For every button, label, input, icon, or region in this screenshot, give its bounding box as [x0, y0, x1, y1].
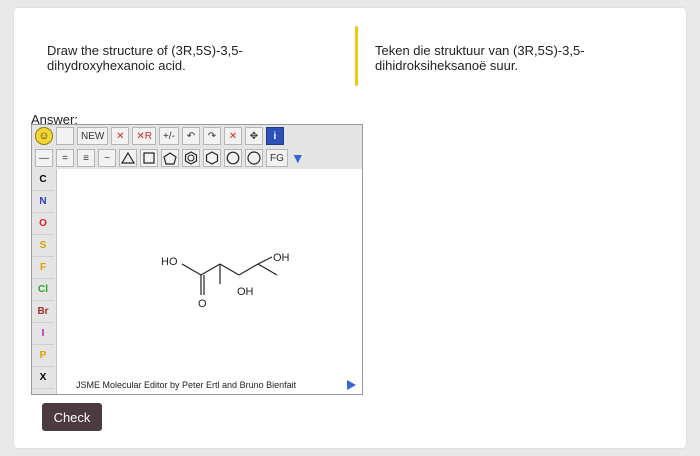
bond: [200, 263, 221, 276]
info-button[interactable]: i: [265, 127, 284, 145]
question-text-afrikaans: Teken die struktuur van (3R,5S)-3,5-dihi…: [375, 43, 585, 73]
play-triangle-icon[interactable]: [347, 380, 356, 390]
atom-button[interactable]: Br: [32, 301, 54, 323]
hexagon-ring-icon[interactable]: [203, 149, 221, 167]
bond: [257, 263, 278, 276]
blank-square-icon[interactable]: [56, 127, 74, 145]
molecule-drawing: HO O OH OH: [161, 252, 290, 310]
atom-label-o: O: [198, 298, 207, 310]
atom-button[interactable]: F: [32, 257, 54, 279]
atom-label-oh-bottom: OH: [237, 286, 254, 298]
bond: [181, 263, 202, 276]
atom-button[interactable]: Cl: [32, 279, 54, 301]
triangle-ring-icon[interactable]: [119, 149, 137, 167]
atom-button[interactable]: X: [32, 367, 54, 389]
single-bond-button[interactable]: —: [35, 149, 53, 167]
heptagon-ring-icon[interactable]: [224, 149, 242, 167]
jsme-toolbar-top: ☺ NEW ✕ ✕R +/- ↶ ↷ ✕ ✥ i: [32, 125, 362, 147]
redo-button[interactable]: ↷: [202, 127, 221, 145]
bond: [238, 263, 259, 276]
check-button[interactable]: Check: [42, 403, 102, 431]
octagon-ring-icon[interactable]: [245, 149, 263, 167]
atom-button[interactable]: S: [32, 235, 54, 257]
atom-button[interactable]: I: [32, 323, 54, 345]
pentagon-ring-icon[interactable]: [161, 149, 179, 167]
bond: [257, 256, 273, 265]
new-button[interactable]: NEW: [77, 127, 109, 145]
functional-group-button[interactable]: FG: [266, 149, 288, 167]
undo-button[interactable]: ↶: [181, 127, 200, 145]
dropdown-triangle-icon[interactable]: ▼: [291, 150, 305, 166]
atom-button[interactable]: O: [32, 213, 54, 235]
jsme-credit: JSME Molecular Editor by Peter Ertl and …: [76, 380, 297, 390]
jsme-editor: ☺ NEW ✕ ✕R +/- ↶ ↷ ✕ ✥ i — = ≡ ~ FG ▼ C …: [31, 124, 363, 395]
jsme-toolbar-bonds: — = ≡ ~ FG ▼: [32, 147, 362, 169]
smiley-icon[interactable]: ☺: [35, 127, 53, 145]
question-text-english: Draw the structure of (3R,5S)-3,5-dihydr…: [47, 43, 243, 73]
double-bond-button[interactable]: =: [56, 149, 74, 167]
drawing-canvas[interactable]: HO O OH OH: [56, 169, 362, 394]
bond: [219, 263, 240, 276]
benzene-ring-icon[interactable]: [182, 149, 200, 167]
atom-button[interactable]: C: [32, 169, 54, 191]
clear-button[interactable]: ✕: [223, 127, 242, 145]
chain-button[interactable]: ~: [98, 149, 116, 167]
atom-label-ho: HO: [161, 256, 178, 268]
language-divider: [355, 26, 358, 86]
r-group-button[interactable]: ✕R: [132, 127, 156, 145]
move-button[interactable]: ✥: [244, 127, 263, 145]
atom-palette: C N O S F Cl Br I P X: [32, 169, 54, 394]
atom-button[interactable]: P: [32, 345, 54, 367]
charge-button[interactable]: +/-: [158, 127, 179, 145]
square-ring-icon[interactable]: [140, 149, 158, 167]
atom-label-oh-top: OH: [273, 252, 290, 264]
delete-button[interactable]: ✕: [111, 127, 130, 145]
atom-button[interactable]: N: [32, 191, 54, 213]
triple-bond-button[interactable]: ≡: [77, 149, 95, 167]
